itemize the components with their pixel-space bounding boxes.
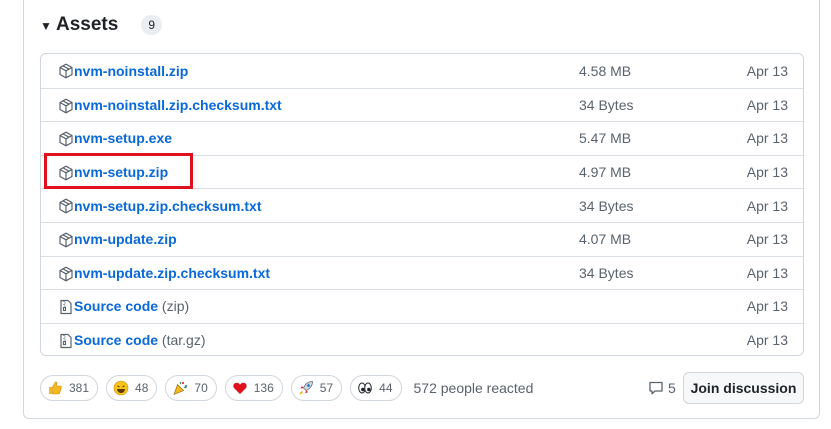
rocket-icon (299, 381, 313, 395)
join-discussion-button[interactable]: Join discussion (683, 372, 804, 404)
asset-date: Apr 13 (746, 164, 788, 181)
assets-toggle[interactable]: ▼ Assets 9 (40, 12, 163, 38)
asset-row: nvm-setup.zip.checksum.txt 34 Bytes Apr … (41, 188, 803, 222)
asset-date: Apr 13 (746, 298, 788, 315)
assets-list: nvm-noinstall.zip 4.58 MB Apr 13 nvm-noi… (40, 53, 804, 356)
heart-icon (233, 382, 247, 394)
asset-row: nvm-noinstall.zip.checksum.txt 34 Bytes … (41, 87, 803, 122)
package-icon (59, 63, 73, 79)
reaction-laugh[interactable]: 48 (106, 375, 158, 401)
package-icon (59, 232, 73, 248)
asset-date: Apr 13 (746, 197, 788, 214)
asset-size: 5.47 MB (579, 130, 632, 147)
reaction-count: 57 (319, 381, 334, 395)
reaction-count: 381 (69, 381, 90, 395)
asset-row: nvm-noinstall.zip 4.58 MB Apr 13 (41, 54, 803, 88)
package-icon (59, 198, 73, 214)
package-icon (59, 266, 73, 281)
asset-link[interactable]: nvm-setup.zip.checksum.txt (74, 198, 262, 214)
asset-date: Apr 13 (746, 332, 788, 349)
reaction-count: 48 (135, 381, 149, 395)
package-icon (59, 98, 73, 113)
comments-count[interactable]: 5 (648, 380, 676, 396)
party-popper-icon (173, 381, 188, 396)
asset-date: Apr 13 (746, 96, 788, 113)
reaction-count: 44 (379, 381, 393, 395)
assets-title: Assets (56, 14, 119, 35)
asset-row: nvm-update.zip.checksum.txt 34 Bytes Apr… (41, 255, 803, 290)
reaction-count: 70 (194, 381, 208, 395)
reacted-summary: 572 people reacted (413, 380, 534, 396)
asset-size: 4.07 MB (579, 231, 632, 248)
eyes-icon (358, 382, 372, 394)
highlight-annotation (44, 153, 193, 189)
asset-size: 4.58 MB (579, 62, 632, 79)
asset-row: Source code (tar.gz) Apr 13 (41, 322, 803, 355)
asset-link-format: (zip) (161, 298, 190, 315)
reaction-hooray[interactable]: 70 (165, 375, 217, 401)
caret-down-icon: ▼ (40, 18, 52, 33)
reaction-count: 136 (253, 381, 274, 395)
comment-icon (649, 381, 663, 395)
reaction-rocket[interactable]: 57 (290, 375, 343, 401)
reaction-eyes[interactable]: 44 (350, 375, 402, 401)
asset-date: Apr 13 (746, 264, 788, 281)
asset-link[interactable]: nvm-setup.exe (74, 130, 172, 146)
asset-date: Apr 13 (746, 231, 788, 248)
asset-link[interactable]: nvm-update.zip (74, 231, 177, 247)
asset-link-name: Source code (74, 332, 159, 349)
asset-link-name: Source code (74, 298, 159, 315)
reaction-thumbs-up[interactable]: 381 (40, 375, 99, 401)
asset-size: 4.97 MB (579, 164, 632, 181)
laugh-icon (113, 380, 129, 396)
asset-link[interactable]: Source code (zip) (74, 298, 189, 314)
asset-link[interactable]: nvm-noinstall.zip.checksum.txt (74, 97, 282, 113)
reactions-bar: 381 48 70 136 57 44 572 people reacted (40, 374, 533, 402)
asset-size: 34 Bytes (579, 264, 634, 281)
asset-date: Apr 13 (746, 62, 788, 79)
asset-size: 34 Bytes (579, 197, 634, 214)
asset-row: nvm-update.zip 4.07 MB Apr 13 (41, 221, 803, 256)
asset-date: Apr 13 (746, 130, 788, 147)
file-zip-icon (60, 300, 72, 315)
asset-row: nvm-setup.exe 5.47 MB Apr 13 (41, 121, 803, 155)
asset-row: Source code (zip) Apr 13 (41, 289, 803, 323)
asset-link[interactable]: nvm-noinstall.zip (74, 63, 188, 79)
thumbs-up-icon (49, 381, 62, 395)
file-zip-icon (60, 333, 72, 348)
asset-link[interactable]: nvm-update.zip.checksum.txt (74, 265, 270, 281)
reaction-heart[interactable]: 136 (224, 375, 283, 401)
assets-count-badge: 9 (141, 15, 163, 35)
asset-link-format: (tar.gz) (161, 332, 206, 349)
asset-link[interactable]: Source code (tar.gz) (74, 332, 206, 348)
package-icon (59, 131, 73, 147)
asset-size: 34 Bytes (579, 96, 634, 113)
comments-number: 5 (668, 380, 676, 396)
